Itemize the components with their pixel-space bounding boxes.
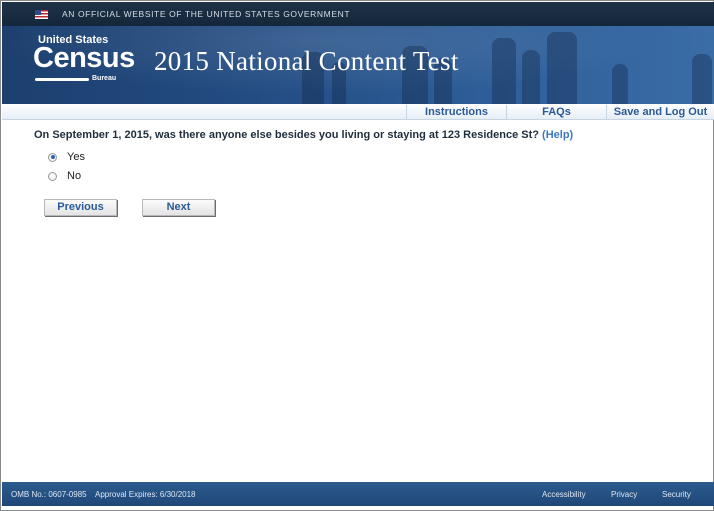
previous-button[interactable]: Previous <box>44 199 117 216</box>
site-header: United States Census Bureau 2015 Nationa… <box>2 26 714 104</box>
top-navigation: Instructions FAQs Save and Log Out <box>2 104 714 120</box>
option-no[interactable]: No <box>48 169 81 183</box>
logo-census: Census <box>33 42 135 74</box>
option-yes[interactable]: Yes <box>48 150 85 164</box>
radio-yes[interactable] <box>48 152 57 162</box>
logo-swoosh <box>35 78 89 81</box>
accessibility-link[interactable]: Accessibility <box>542 490 586 499</box>
save-and-logout-link[interactable]: Save and Log Out <box>606 105 714 120</box>
census-logo[interactable]: United States Census Bureau <box>33 34 135 94</box>
gov-banner: AN OFFICIAL WEBSITE OF THE UNITED STATES… <box>2 2 714 26</box>
page-frame: AN OFFICIAL WEBSITE OF THE UNITED STATES… <box>0 0 714 511</box>
privacy-link[interactable]: Privacy <box>611 490 637 499</box>
gov-banner-text: AN OFFICIAL WEBSITE OF THE UNITED STATES… <box>62 9 351 19</box>
option-yes-label: Yes <box>67 151 85 163</box>
security-link[interactable]: Security <box>662 490 691 499</box>
logo-bureau: Bureau <box>92 75 117 82</box>
next-button[interactable]: Next <box>142 199 215 216</box>
approval-expiry: Approval Expires: 6/30/2018 <box>95 490 196 499</box>
nav-instructions-link[interactable]: Instructions <box>406 105 506 120</box>
option-no-label: No <box>67 170 82 182</box>
help-link[interactable]: (Help) <box>542 129 573 141</box>
site-title: 2015 National Content Test <box>154 46 459 76</box>
question-text: On September 1, 2015, was there anyone e… <box>34 129 573 141</box>
omb-number: OMB No.: 0607-0985 <box>11 490 87 499</box>
nav-faqs-link[interactable]: FAQs <box>506 105 606 120</box>
radio-no[interactable] <box>48 171 57 181</box>
question-label: On September 1, 2015, was there anyone e… <box>34 129 539 141</box>
site-footer: OMB No.: 0607-0985 Approval Expires: 6/3… <box>2 482 714 506</box>
us-flag-icon <box>35 10 48 19</box>
